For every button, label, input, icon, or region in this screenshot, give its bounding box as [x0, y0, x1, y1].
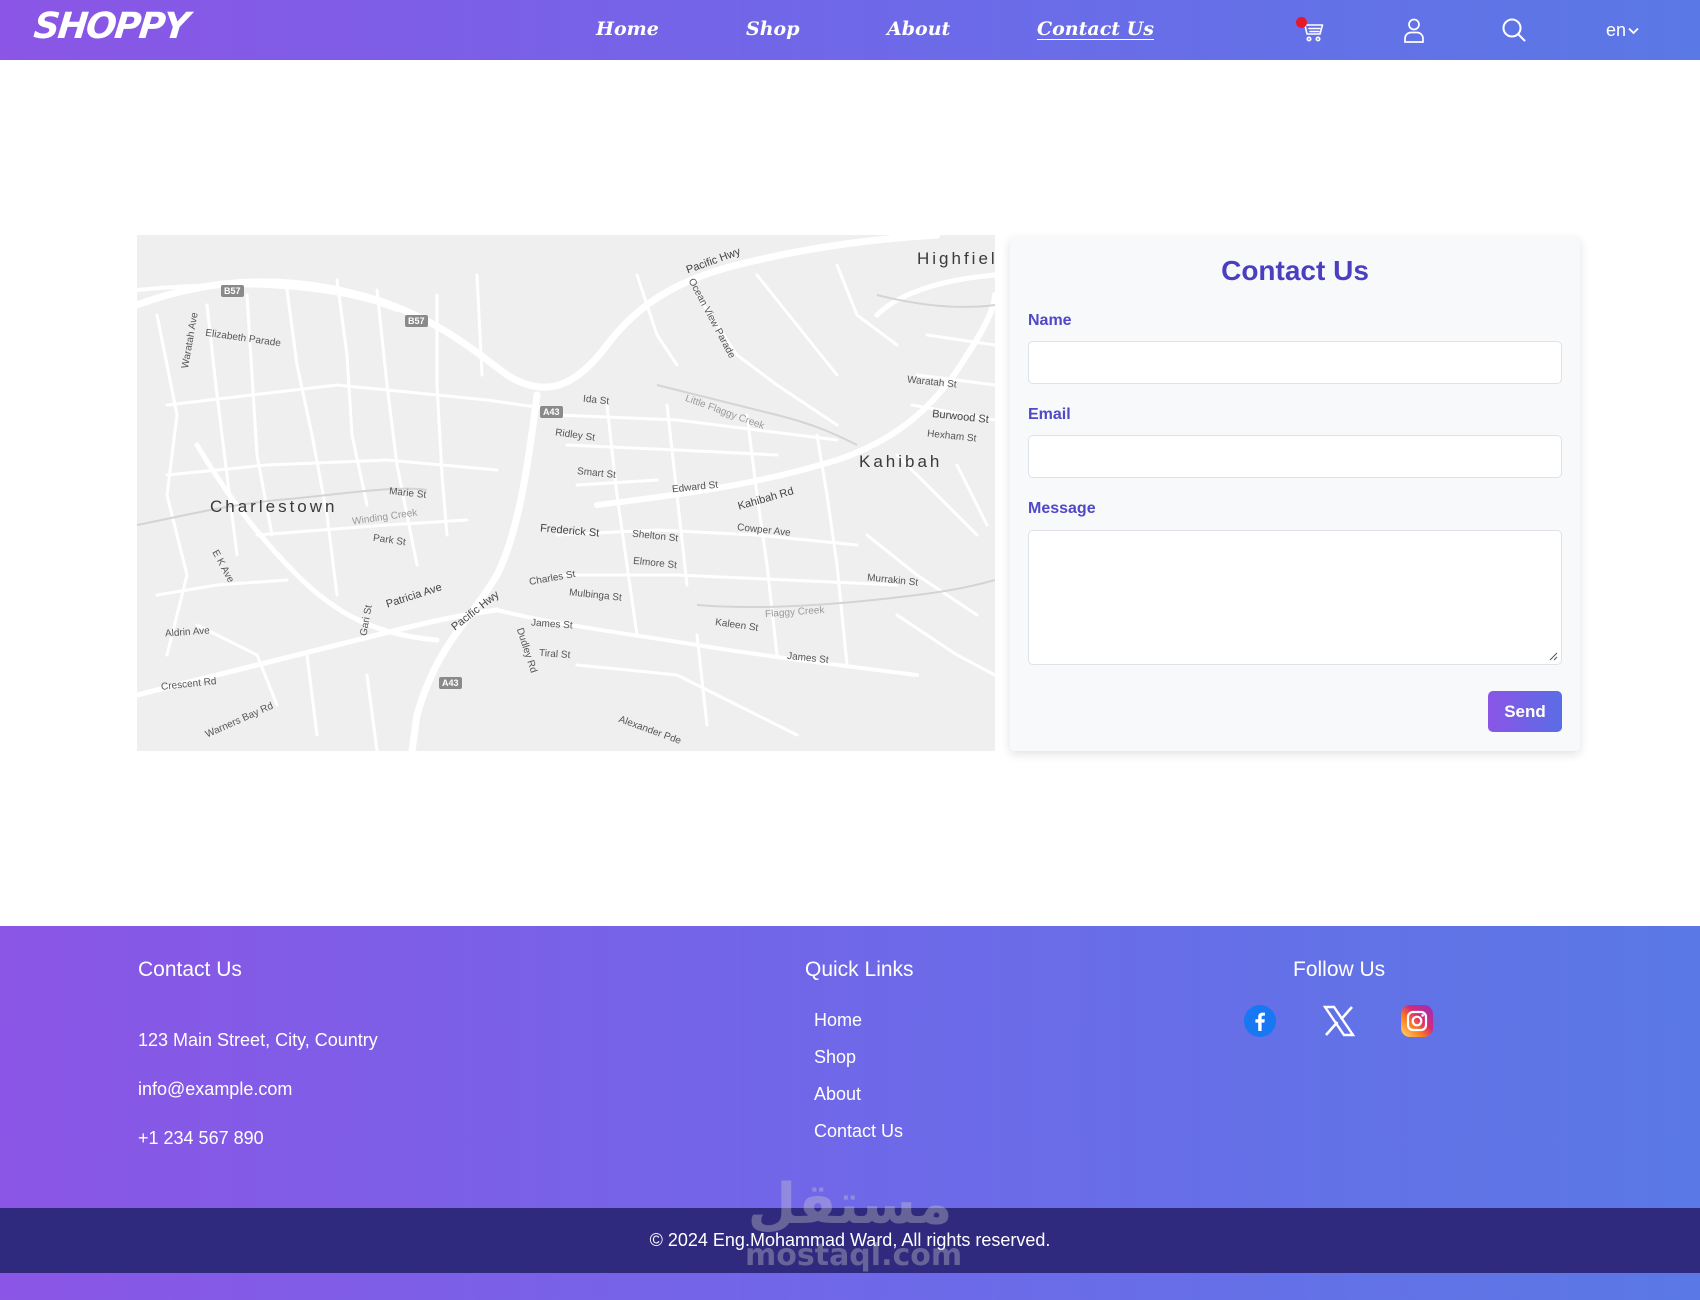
message-field[interactable] [1028, 530, 1562, 665]
footer-link-shop[interactable]: Shop [814, 1047, 856, 1068]
shoppy-logo[interactable]: SHOPPY [32, 6, 190, 47]
send-button[interactable]: Send [1488, 691, 1562, 732]
site-footer: Contact Us 123 Main Street, City, Countr… [0, 926, 1700, 1208]
map-town-label: Kahibah [859, 452, 943, 471]
footer-contact-heading: Contact Us [138, 958, 242, 981]
cart-badge [1296, 17, 1307, 28]
language-selector[interactable]: en [1606, 20, 1639, 41]
location-map[interactable]: Charlestown Kahibah Highfiel Pacific Hwy… [137, 235, 995, 751]
page-bottom-strip [0, 1273, 1700, 1300]
nav-about-link[interactable]: About [887, 18, 950, 40]
footer-link-about[interactable]: About [814, 1084, 861, 1105]
instagram-icon[interactable] [1400, 1004, 1434, 1038]
map-town-label: Charlestown [210, 497, 338, 516]
nav-contact-link[interactable]: Contact Us [1037, 18, 1154, 40]
footer-link-home[interactable]: Home [814, 1010, 862, 1031]
map-route-shield: B57 [405, 315, 428, 327]
name-label: Name [1028, 312, 1072, 329]
footer-follow-heading: Follow Us [1293, 958, 1386, 981]
search-icon[interactable] [1500, 16, 1528, 44]
nav-home-link[interactable]: Home [596, 18, 659, 40]
facebook-icon[interactable] [1243, 1004, 1277, 1038]
message-label: Message [1028, 500, 1096, 517]
contact-form: Contact Us Name Email Message Send [1010, 237, 1580, 751]
footer-email[interactable]: info@example.com [138, 1079, 292, 1100]
map-roads [137, 235, 995, 751]
top-navbar: SHOPPY Home Shop About Contact Us en [0, 0, 1700, 60]
name-field[interactable] [1028, 341, 1562, 384]
footer-quick-links-heading: Quick Links [805, 958, 914, 981]
contact-form-title: Contact Us [1221, 255, 1369, 286]
footer-phone[interactable]: +1 234 567 890 [138, 1128, 264, 1149]
copyright-text: © 2024 Eng.Mohammad Ward, All rights res… [649, 1230, 1051, 1250]
copyright-bar: © 2024 Eng.Mohammad Ward, All rights res… [0, 1208, 1700, 1273]
map-town-label: Highfiel [917, 249, 995, 268]
email-label: Email [1028, 406, 1071, 423]
nav-shop-link[interactable]: Shop [746, 18, 800, 40]
email-field[interactable] [1028, 435, 1562, 478]
language-label: en [1606, 20, 1627, 40]
map-road-label: Tiral St [538, 647, 571, 662]
map-route-shield: A43 [439, 677, 462, 689]
resize-grip-icon[interactable] [1549, 652, 1558, 661]
user-icon[interactable] [1400, 16, 1428, 44]
x-icon[interactable] [1322, 1004, 1356, 1038]
chevron-down-icon [1628, 28, 1639, 35]
map-route-shield: A43 [540, 406, 563, 418]
map-route-shield: B57 [221, 285, 244, 297]
footer-address: 123 Main Street, City, Country [138, 1030, 378, 1050]
footer-link-contact[interactable]: Contact Us [814, 1121, 903, 1142]
